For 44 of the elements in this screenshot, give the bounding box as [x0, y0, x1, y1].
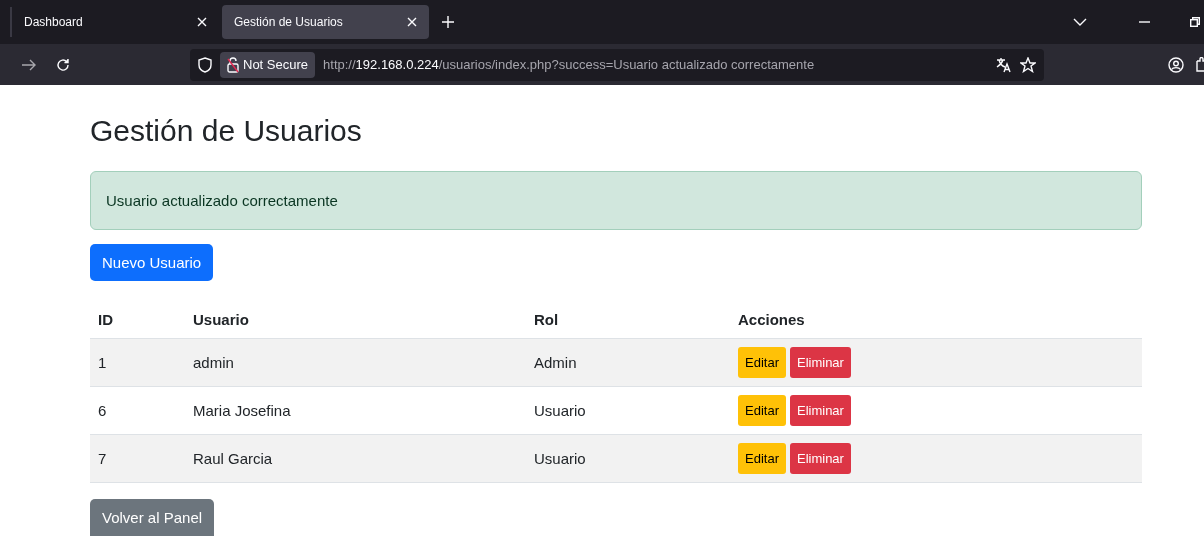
browser-tab[interactable]: Gestión de Usuarios	[222, 5, 429, 39]
table-cell: Admin	[526, 338, 730, 387]
address-bar[interactable]: Not Secure http://192.168.0.224/usuarios/index.php?success=Usuario actualizado correctamente	[190, 48, 1044, 81]
back-button[interactable]: Volver al Panel	[90, 499, 215, 536]
table-cell: 7	[90, 434, 185, 483]
table-cell: admin	[185, 338, 526, 387]
security-label: Not Secure	[243, 57, 309, 72]
table-cell: 6	[90, 386, 185, 435]
table-cell: Usuario	[526, 434, 730, 483]
column-header: Rol	[526, 301, 730, 339]
bookmark-star-icon[interactable]	[1020, 56, 1036, 73]
delete-button[interactable]: Eliminar	[789, 443, 851, 474]
restore-icon[interactable]	[1190, 17, 1200, 27]
table-cell: Raul Garcia	[185, 434, 526, 483]
table-cell: Maria Josefina	[185, 386, 526, 435]
close-icon[interactable]	[197, 17, 207, 27]
table-cell: 1	[90, 338, 185, 387]
chevron-down-icon[interactable]	[1073, 18, 1087, 26]
forward-icon[interactable]	[22, 58, 36, 71]
column-header: Acciones	[730, 301, 1142, 339]
plus-icon[interactable]	[442, 16, 454, 28]
edit-button[interactable]: Editar	[738, 395, 786, 426]
translate-icon[interactable]	[996, 56, 1012, 73]
page-title: Gestión de Usuarios	[90, 113, 363, 149]
table-cell: Usuario	[526, 386, 730, 435]
puzzle-icon[interactable]	[1196, 56, 1204, 73]
alert-message: Usuario actualizado correctamente	[106, 192, 338, 209]
tab-title[interactable]: Dashboard	[24, 15, 83, 29]
close-icon[interactable]	[407, 17, 417, 27]
edit-button[interactable]: Editar	[738, 347, 786, 378]
url-text[interactable]: http://192.168.0.224/usuarios/index.php?success=Usuario actualizado correctamente	[323, 57, 815, 72]
shield-icon	[198, 56, 212, 73]
tab-title[interactable]: Gestión de Usuarios	[234, 15, 343, 29]
browser-tab[interactable]: Dashboard	[12, 5, 219, 39]
unlocked-padlock-icon	[227, 56, 239, 73]
column-header: Usuario	[185, 301, 526, 339]
security-indicator[interactable]: Not Secure	[220, 51, 316, 78]
delete-button[interactable]: Eliminar	[789, 395, 851, 426]
delete-button[interactable]: Eliminar	[789, 347, 851, 378]
reload-icon[interactable]	[56, 57, 70, 72]
account-icon[interactable]	[1168, 56, 1184, 73]
column-header: ID	[90, 301, 185, 339]
new-user-button[interactable]: Nuevo Usuario	[90, 244, 214, 281]
edit-button[interactable]: Editar	[738, 443, 786, 474]
